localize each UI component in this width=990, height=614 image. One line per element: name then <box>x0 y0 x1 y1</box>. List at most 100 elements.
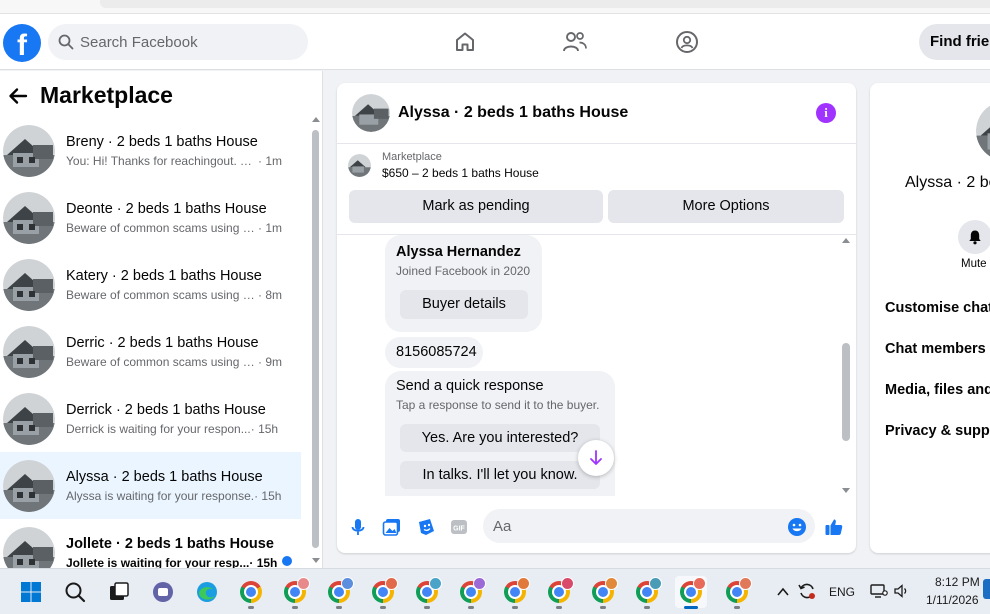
buyer-name: Alyssa Hernandez <box>396 244 521 260</box>
windows-logo-icon <box>21 582 41 602</box>
quick-response-card: Send a quick response Tap a response to … <box>385 371 615 496</box>
network-icon[interactable] <box>870 583 888 599</box>
sync-icon[interactable] <box>797 581 817 601</box>
windows-taskbar: ENG 8:12 PM 1/11/2026 <box>0 568 990 614</box>
quick-response-subtitle: Tap a response to send it to the buyer. <box>396 398 600 412</box>
quick-response-title: Send a quick response <box>396 378 544 394</box>
buyer-details-button[interactable]: Buyer details <box>400 290 528 319</box>
conversation-item[interactable]: Breny · 2 beds 1 baths House You: Hi! Th… <box>0 117 301 184</box>
chevron-up-icon[interactable] <box>777 587 789 597</box>
chrome-active-window[interactable] <box>675 576 707 609</box>
task-view-button[interactable] <box>103 576 135 608</box>
customise-chat-item[interactable]: Customise chat <box>885 300 990 316</box>
profile-badge-icon <box>693 577 706 590</box>
quick-response-in-talks-button[interactable]: In talks. I'll let you know. <box>400 461 600 489</box>
teams-app-button[interactable] <box>147 576 179 608</box>
clock-time[interactable]: 8:12 PM <box>935 575 980 589</box>
profile-badge-icon <box>297 577 310 590</box>
message-input[interactable] <box>483 509 815 543</box>
clock-date[interactable]: 1/11/2026 <box>926 593 979 607</box>
facebook-logo-icon[interactable]: f <box>3 24 41 62</box>
scroll-down-arrow-icon[interactable] <box>312 558 320 563</box>
mute-button[interactable] <box>958 220 990 254</box>
conversation-item-active[interactable]: Alyssa · 2 beds 1 baths House Alyssa is … <box>0 452 301 519</box>
more-options-button[interactable]: More Options <box>608 190 844 223</box>
groups-icon[interactable] <box>673 28 701 56</box>
house-avatar <box>3 459 55 512</box>
jump-to-latest-button[interactable] <box>578 440 614 476</box>
back-arrow-icon[interactable] <box>8 86 28 106</box>
sticker-icon[interactable] <box>416 517 436 537</box>
chrome-profile-window[interactable] <box>367 576 399 609</box>
phone-message-bubble: 8156085724 <box>385 337 483 368</box>
chat-title[interactable]: Alyssa · 2 beds 1 baths House <box>398 104 628 122</box>
volume-icon[interactable] <box>893 583 909 599</box>
chrome-profile-window[interactable] <box>323 576 355 609</box>
profile-badge-icon <box>561 577 574 590</box>
profile-badge-icon <box>649 577 662 590</box>
edge-app-button[interactable] <box>191 576 223 608</box>
teams-chat-icon <box>153 582 173 602</box>
profile-badge-icon <box>473 577 486 590</box>
find-friends-button[interactable]: Find frien <box>919 24 990 60</box>
edge-icon <box>197 582 217 602</box>
listing-summary[interactable]: Marketplace $650 – 2 beds 1 baths House <box>348 151 539 180</box>
scroll-down-arrow-icon[interactable] <box>842 488 850 493</box>
thumbs-up-icon[interactable] <box>824 517 844 537</box>
scroll-up-arrow-icon[interactable] <box>842 238 850 243</box>
conversation-item[interactable]: Derric · 2 beds 1 baths House Beware of … <box>0 318 301 385</box>
house-avatar <box>3 191 55 244</box>
friends-icon[interactable] <box>561 28 589 56</box>
conversation-name: Deonte · 2 beds 1 baths House <box>66 200 267 217</box>
conversation-item-unread[interactable]: Jollete · 2 beds 1 baths House Jollete i… <box>0 519 301 568</box>
conversation-name: Katery · 2 beds 1 baths House <box>66 267 262 284</box>
chrome-profile-window[interactable] <box>499 576 531 609</box>
quick-response-yes-button[interactable]: Yes. Are you interested? <box>400 424 600 452</box>
chat-scrollbar[interactable] <box>842 238 850 493</box>
conversation-item[interactable]: Katery · 2 beds 1 baths House Beware of … <box>0 251 301 318</box>
house-avatar <box>3 258 55 311</box>
conversation-preview: Alyssa is waiting for your response. <box>66 488 255 503</box>
chrome-profile-window[interactable] <box>631 576 663 609</box>
chrome-profile-window[interactable] <box>455 576 487 609</box>
privacy-support-item[interactable]: Privacy & suppor <box>885 423 990 439</box>
marketplace-title-bar: Marketplace <box>8 82 173 109</box>
conversation-name: Alyssa · 2 beds 1 baths House <box>66 468 263 485</box>
chrome-app-button[interactable] <box>235 576 267 609</box>
home-icon[interactable] <box>451 28 479 56</box>
conversation-scrollbar[interactable] <box>312 117 320 563</box>
conversation-item[interactable]: Deonte · 2 beds 1 baths House Beware of … <box>0 184 301 251</box>
search-box[interactable] <box>48 24 308 60</box>
mark-as-pending-button[interactable]: Mark as pending <box>349 190 603 223</box>
address-bar-edge[interactable] <box>100 0 990 8</box>
facebook-header: f Find frien <box>0 14 990 70</box>
chrome-profile-window[interactable] <box>721 576 753 609</box>
scroll-up-arrow-icon[interactable] <box>312 117 320 122</box>
chrome-profile-window[interactable] <box>587 576 619 609</box>
chat-avatar[interactable] <box>352 94 390 132</box>
mute-label: Mute <box>961 258 987 270</box>
photo-icon[interactable] <box>382 517 402 537</box>
chrome-profile-window[interactable] <box>543 576 575 609</box>
gif-icon[interactable]: GIF <box>449 517 469 537</box>
media-files-item[interactable]: Media, files and l <box>885 382 990 398</box>
conversation-item[interactable]: Derrick · 2 beds 1 baths House Derrick i… <box>0 385 301 452</box>
listing-thumbnail <box>348 154 371 177</box>
search-input[interactable] <box>80 33 280 51</box>
conversation-preview: Beware of common scams using p... <box>66 220 258 235</box>
scrollbar-thumb[interactable] <box>312 130 319 548</box>
conversation-time: · 15h <box>254 488 282 503</box>
profile-avatar[interactable] <box>976 101 990 161</box>
language-indicator[interactable]: ENG <box>829 585 855 599</box>
chrome-icon <box>240 581 262 603</box>
start-button[interactable] <box>15 576 47 608</box>
info-icon[interactable]: i <box>816 103 836 123</box>
chrome-profile-window[interactable] <box>279 576 311 609</box>
chat-members-item[interactable]: Chat members <box>885 341 986 357</box>
chrome-profile-window[interactable] <box>411 576 443 609</box>
microphone-icon[interactable] <box>348 517 368 537</box>
emoji-icon[interactable] <box>787 517 807 537</box>
scrollbar-thumb[interactable] <box>842 343 850 441</box>
taskbar-search-button[interactable] <box>59 576 91 608</box>
notification-indicator[interactable] <box>983 579 990 599</box>
